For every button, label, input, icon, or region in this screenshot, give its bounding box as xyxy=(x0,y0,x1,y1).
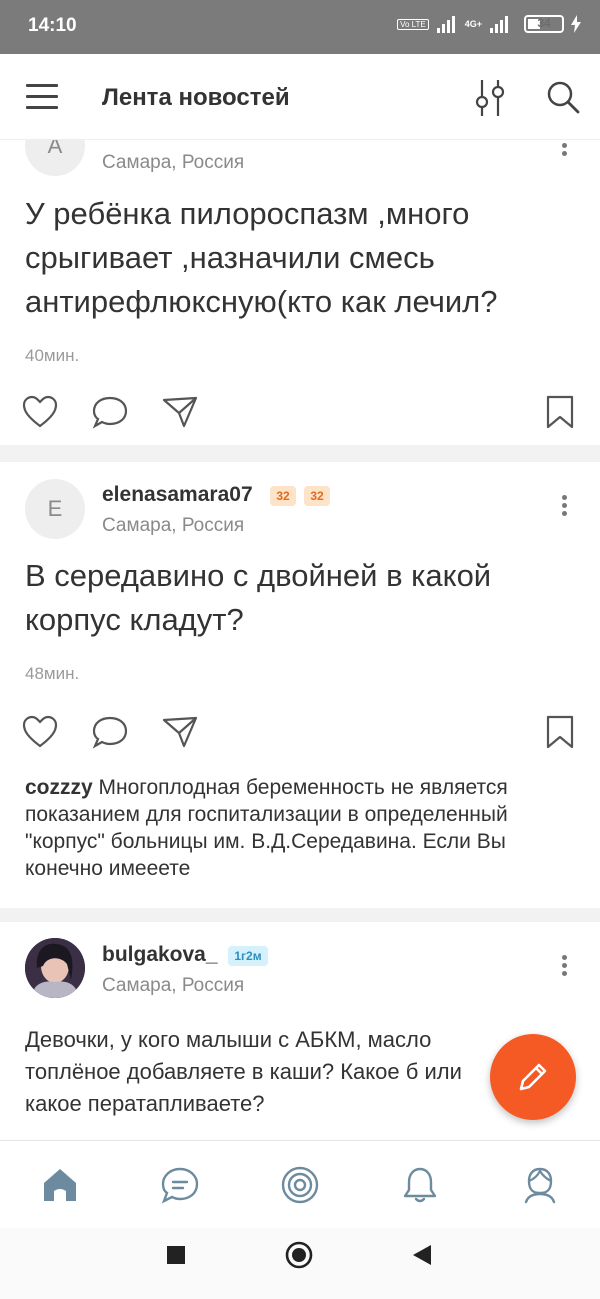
post-text[interactable]: Девочки, у кого малыши с АБКМ, масло топ… xyxy=(25,1024,505,1120)
user-badge: 1г2м xyxy=(228,946,268,966)
back-icon[interactable] xyxy=(412,1244,432,1266)
status-bar: 14:10 Vo LTE 4G+ 34 xyxy=(0,0,600,54)
user-photo xyxy=(25,938,85,998)
app-header: Лента новостей xyxy=(0,54,600,140)
bookmark-icon[interactable] xyxy=(542,394,578,430)
signal-icon-2 xyxy=(490,16,508,33)
status-time: 14:10 xyxy=(28,15,77,36)
target-icon[interactable] xyxy=(280,1165,320,1205)
post-time: 40мин. xyxy=(25,346,80,365)
avatar[interactable]: A xyxy=(25,140,85,176)
search-icon[interactable] xyxy=(546,80,580,114)
news-feed: A Самара, Россия У ребёнка пилороспазм ,… xyxy=(0,140,600,1140)
network-type: 4G+ xyxy=(464,19,482,29)
like-icon[interactable] xyxy=(22,714,58,750)
comment-icon[interactable] xyxy=(92,714,128,750)
comment-author[interactable]: cozzzy xyxy=(25,776,93,799)
battery-icon: 34 xyxy=(524,15,564,33)
comment-preview[interactable]: cozzzy Многоплодная беременность не явля… xyxy=(25,774,585,882)
home-icon[interactable] xyxy=(40,1165,80,1205)
recents-icon[interactable] xyxy=(166,1245,186,1265)
bottom-navigation xyxy=(0,1140,600,1228)
comment-text: Многоплодная беременность не является по… xyxy=(25,776,508,880)
user-badge: 32 xyxy=(304,486,330,506)
pencil-icon xyxy=(519,1063,547,1091)
filter-icon[interactable] xyxy=(472,78,508,118)
page-title: Лента новостей xyxy=(102,84,290,111)
status-icons: Vo LTE 4G+ 34 xyxy=(397,14,582,34)
avatar[interactable]: E xyxy=(25,479,85,539)
share-icon[interactable] xyxy=(162,714,198,750)
more-options-button[interactable] xyxy=(558,140,570,162)
more-options-button[interactable] xyxy=(558,952,570,982)
post-username[interactable]: elenasamara07 xyxy=(102,483,253,507)
post-card: A Самара, Россия У ребёнка пилороспазм ,… xyxy=(0,140,600,445)
profile-icon[interactable] xyxy=(520,1165,560,1205)
signal-icon xyxy=(436,16,455,33)
post-text[interactable]: У ребёнка пилороспазм ,много срыгивает ,… xyxy=(25,192,575,324)
charging-icon xyxy=(571,15,581,33)
bell-icon[interactable] xyxy=(400,1165,440,1205)
comment-icon[interactable] xyxy=(92,394,128,430)
avatar[interactable] xyxy=(25,938,85,998)
post-card: E elenasamara07 32 32 Самара, Россия В с… xyxy=(0,462,600,908)
user-badge: 32 xyxy=(270,486,296,506)
system-navigation xyxy=(0,1228,600,1299)
more-options-button[interactable] xyxy=(558,492,570,522)
post-time: 48мин. xyxy=(25,664,80,683)
like-icon[interactable] xyxy=(22,394,58,430)
post-location: Самара, Россия xyxy=(102,515,245,536)
post-text[interactable]: В середавино с двойней в какой корпус кл… xyxy=(25,554,575,642)
menu-button[interactable] xyxy=(26,82,58,110)
home-system-icon[interactable] xyxy=(285,1241,313,1269)
share-icon[interactable] xyxy=(162,394,198,430)
chat-icon[interactable] xyxy=(160,1165,200,1205)
battery-level: 34 xyxy=(537,16,551,30)
post-location: Самара, Россия xyxy=(102,975,245,996)
volte-icon: Vo LTE xyxy=(397,18,429,30)
bookmark-icon[interactable] xyxy=(542,714,578,750)
post-location: Самара, Россия xyxy=(102,152,245,173)
create-post-button[interactable] xyxy=(490,1034,576,1120)
post-username[interactable]: bulgakova_ xyxy=(102,943,218,967)
